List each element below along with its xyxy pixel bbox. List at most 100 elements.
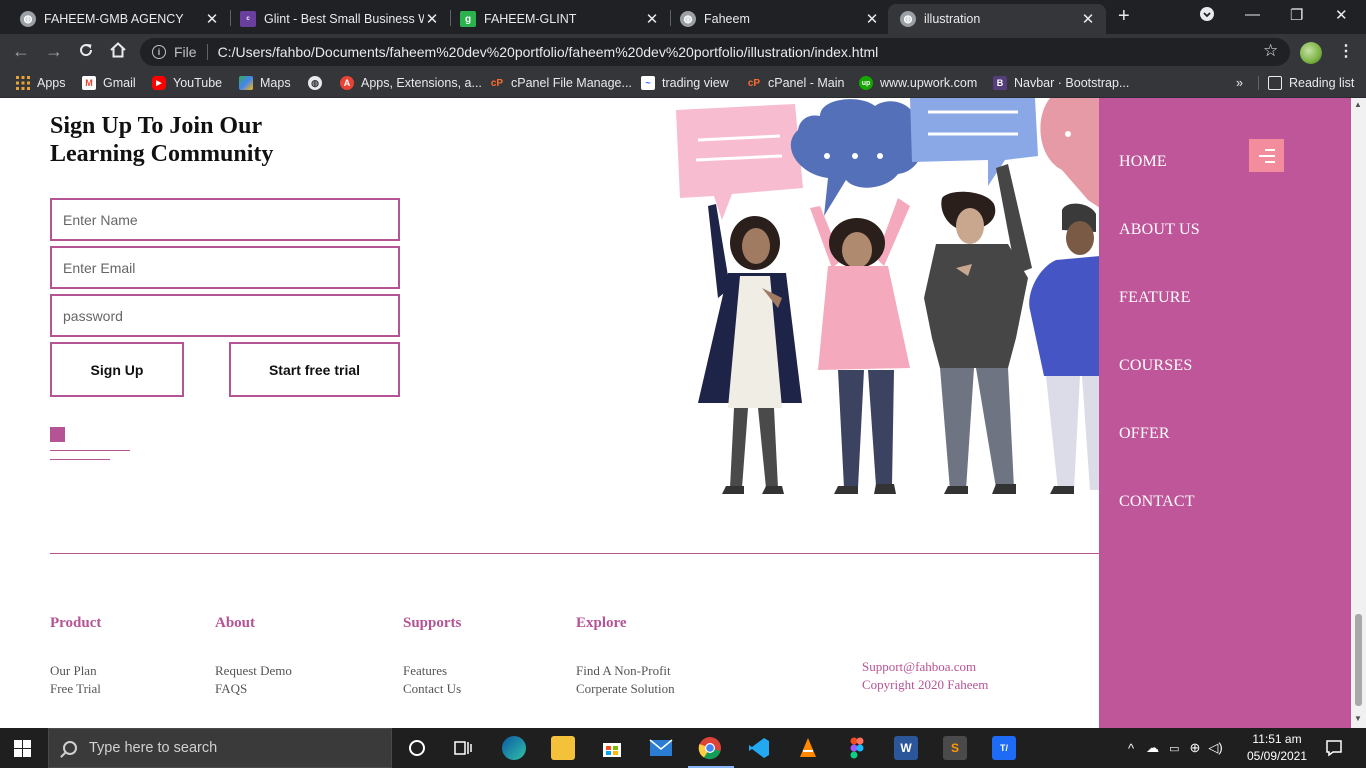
bookmark-navbar-bootstrap[interactable]: B Navbar · Bootstrap... bbox=[993, 76, 1129, 90]
footer-link-features[interactable]: Features bbox=[403, 662, 461, 680]
window-close-icon[interactable]: ✕ bbox=[1335, 6, 1348, 24]
figma-icon[interactable] bbox=[845, 736, 869, 760]
nav-item-courses[interactable]: COURSES bbox=[1119, 357, 1192, 375]
reading-list-button[interactable]: Reading list bbox=[1258, 76, 1354, 90]
tab-faheem[interactable]: ◍ Faheem ✕ bbox=[668, 4, 890, 34]
name-input[interactable] bbox=[50, 198, 400, 241]
chrome-icon[interactable] bbox=[698, 736, 722, 760]
battery-icon[interactable]: ▭ bbox=[1169, 742, 1179, 755]
password-input[interactable] bbox=[50, 294, 400, 337]
footer-link-find-non-profit[interactable]: Find A Non-Profit bbox=[576, 662, 675, 680]
bookmark-cpanel-file-manager[interactable]: cP cPanel File Manage... bbox=[490, 76, 632, 90]
bookmark-label: Apps, Extensions, a... bbox=[361, 76, 482, 90]
home-icon[interactable] bbox=[109, 41, 127, 64]
globe-icon: ◍ bbox=[680, 11, 696, 27]
taskbar-clock[interactable]: 11:51 am 05/09/2021 bbox=[1244, 731, 1310, 765]
bookmark-gmail[interactable]: M Gmail bbox=[82, 76, 136, 90]
reload-icon[interactable] bbox=[77, 41, 95, 64]
nav-item-offer[interactable]: OFFER bbox=[1119, 425, 1170, 443]
close-icon[interactable]: ✕ bbox=[424, 10, 440, 28]
menu-toggle-button[interactable] bbox=[1249, 139, 1284, 172]
word-icon[interactable]: W bbox=[894, 736, 918, 760]
tab-glint-best-small-business[interactable]: c Glint - Best Small Business W ✕ bbox=[228, 4, 450, 34]
bookmark-label: Apps bbox=[37, 76, 66, 90]
close-icon[interactable]: ✕ bbox=[644, 10, 660, 28]
nav-item-home[interactable]: HOME bbox=[1119, 153, 1167, 171]
globe-icon: ◍ bbox=[308, 76, 322, 90]
windows-start-icon[interactable] bbox=[14, 740, 31, 757]
email-input[interactable] bbox=[50, 246, 400, 289]
browser-menu-icon[interactable]: ⋮ bbox=[1338, 41, 1354, 61]
microsoft-store-icon[interactable] bbox=[600, 736, 624, 760]
footer-link-faqs[interactable]: FAQS bbox=[215, 680, 292, 698]
start-free-trial-button[interactable]: Start free trial bbox=[229, 342, 400, 397]
forward-arrow-icon[interactable]: → bbox=[45, 41, 63, 62]
tab-illustration-active[interactable]: ◍ illustration ✕ bbox=[888, 4, 1106, 34]
support-email-link[interactable]: Support@fahboa.com bbox=[862, 658, 988, 676]
tab-faheem-glint[interactable]: g FAHEEM-GLINT ✕ bbox=[448, 4, 670, 34]
show-hidden-icons-chevron-icon[interactable]: ^ bbox=[1128, 741, 1134, 756]
address-bar[interactable]: i File C:/Users/fahbo/Documents/faheem%2… bbox=[140, 38, 1290, 66]
speech-bubble-lightblue bbox=[910, 98, 1038, 186]
sublime-text-icon[interactable]: S bbox=[943, 736, 967, 760]
bookmark-star-icon[interactable]: ☆ bbox=[1263, 41, 1278, 61]
person-pink-shirt bbox=[810, 198, 910, 494]
cortana-icon[interactable] bbox=[405, 736, 429, 760]
mail-icon[interactable] bbox=[649, 736, 673, 760]
notification-center-icon[interactable] bbox=[1322, 736, 1346, 760]
bookmark-cpanel-main[interactable]: cP cPanel - Main bbox=[747, 76, 845, 90]
footer-link-contact-us[interactable]: Contact Us bbox=[403, 680, 461, 698]
person-blue-sweater bbox=[1029, 203, 1100, 494]
footer-divider bbox=[50, 553, 1100, 554]
bookmark-globe[interactable]: ◍ bbox=[308, 76, 329, 90]
tab-search-icon[interactable] bbox=[1199, 6, 1215, 26]
scroll-up-arrow-icon[interactable]: ▲ bbox=[1354, 100, 1362, 109]
restore-icon[interactable]: ❐ bbox=[1290, 6, 1303, 24]
decorative-square bbox=[50, 427, 65, 442]
close-icon[interactable]: ✕ bbox=[204, 10, 220, 28]
typora-icon[interactable]: T/ bbox=[992, 736, 1016, 760]
scrollbar-thumb[interactable] bbox=[1355, 614, 1362, 706]
bookmark-trading-view[interactable]: ~ trading view bbox=[641, 76, 729, 90]
vscode-icon[interactable] bbox=[747, 736, 771, 760]
vlc-icon[interactable] bbox=[796, 736, 820, 760]
sign-up-button[interactable]: Sign Up bbox=[50, 342, 184, 397]
site-info-icon[interactable]: i bbox=[152, 45, 166, 59]
minimize-icon[interactable]: — bbox=[1245, 6, 1260, 23]
close-icon[interactable]: ✕ bbox=[1080, 10, 1096, 28]
globe-icon: ◍ bbox=[20, 11, 36, 27]
bookmark-youtube[interactable]: ▶ YouTube bbox=[152, 76, 222, 90]
footer-link-corporate-solution[interactable]: Corperate Solution bbox=[576, 680, 675, 698]
speech-bubble-pink bbox=[676, 104, 803, 220]
task-view-icon[interactable] bbox=[452, 736, 476, 760]
gmail-icon: M bbox=[82, 76, 96, 90]
page-scrollbar[interactable]: ▲ ▼ bbox=[1351, 98, 1366, 728]
bookmarks-overflow-button[interactable]: » bbox=[1236, 76, 1243, 90]
back-arrow-icon[interactable]: ← bbox=[12, 41, 30, 62]
nav-item-contact[interactable]: CONTACT bbox=[1119, 493, 1195, 511]
footer-link-our-plan[interactable]: Our Plan bbox=[50, 662, 101, 680]
profile-avatar[interactable] bbox=[1300, 42, 1322, 64]
footer-link-request-demo[interactable]: Request Demo bbox=[215, 662, 292, 680]
bookmark-upwork[interactable]: up www.upwork.com bbox=[859, 76, 977, 90]
file-explorer-icon[interactable] bbox=[551, 736, 575, 760]
edge-browser-icon[interactable] bbox=[502, 736, 526, 760]
url-text[interactable]: C:/Users/fahbo/Documents/faheem%20dev%20… bbox=[218, 44, 879, 60]
network-globe-icon[interactable]: ⊕ bbox=[1190, 740, 1201, 756]
tab-faheem-gmb-agency[interactable]: ◍ FAHEEM-GMB AGENCY ✕ bbox=[8, 4, 230, 34]
nav-item-about-us[interactable]: ABOUT US bbox=[1119, 221, 1200, 239]
new-tab-button[interactable]: + bbox=[1118, 5, 1130, 28]
nav-item-feature[interactable]: FEATURE bbox=[1119, 289, 1191, 307]
footer-link-free-trial[interactable]: Free Trial bbox=[50, 680, 101, 698]
volume-icon[interactable]: ◁) bbox=[1208, 740, 1222, 756]
bookmark-maps[interactable]: Maps bbox=[239, 76, 291, 90]
close-icon[interactable]: ✕ bbox=[864, 10, 880, 28]
tab-title: FAHEEM-GLINT bbox=[484, 12, 577, 26]
footer-column-about: About Request Demo FAQS bbox=[215, 615, 292, 698]
scroll-down-arrow-icon[interactable]: ▼ bbox=[1354, 714, 1362, 723]
bootstrap-icon: B bbox=[993, 76, 1007, 90]
onedrive-cloud-icon[interactable]: ☁ bbox=[1146, 740, 1159, 756]
bookmark-apps[interactable]: Apps bbox=[16, 76, 66, 90]
bookmark-apps-extensions[interactable]: A Apps, Extensions, a... bbox=[340, 76, 482, 90]
taskbar-search-box[interactable]: Type here to search bbox=[48, 728, 392, 768]
